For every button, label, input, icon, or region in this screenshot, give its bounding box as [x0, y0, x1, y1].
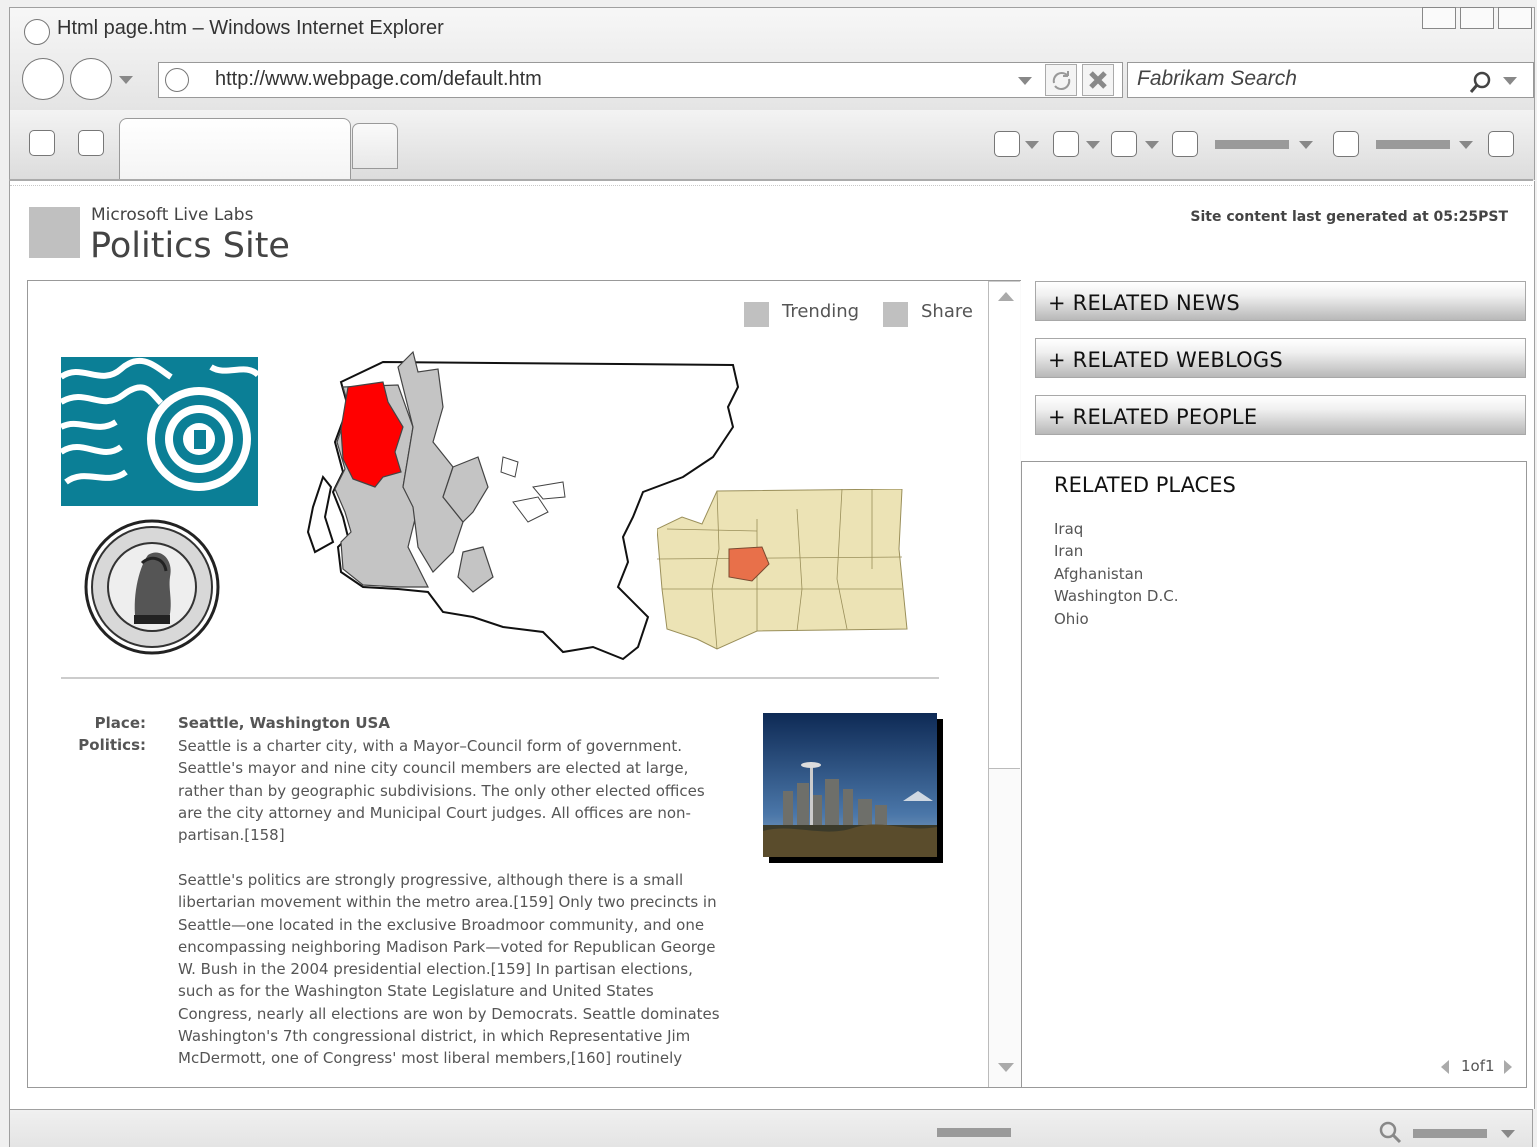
- new-tab-button[interactable]: [352, 123, 398, 169]
- related-place-item[interactable]: Iraq: [1054, 518, 1083, 540]
- zoom-dropdown-icon[interactable]: [1501, 1130, 1515, 1138]
- seattle-skyline-photo: [763, 713, 937, 857]
- search-dropdown-icon[interactable]: [1503, 77, 1517, 85]
- tools-button[interactable]: [1333, 131, 1359, 157]
- home-dropdown-icon[interactable]: [1025, 141, 1039, 149]
- place-value: Seattle, Washington USA: [178, 714, 390, 732]
- related-weblogs-panel[interactable]: + RELATED WEBLOGS: [1035, 338, 1526, 378]
- related-place-item[interactable]: Iran: [1054, 540, 1083, 562]
- page-button[interactable]: [1172, 131, 1198, 157]
- pager-prev-icon[interactable]: [1441, 1060, 1449, 1074]
- page-title: Politics Site: [90, 226, 290, 266]
- add-favorites-button[interactable]: [78, 130, 104, 156]
- site-logo: [29, 207, 80, 258]
- stop-icon: [1089, 71, 1107, 89]
- maximize-button[interactable]: [1460, 7, 1494, 29]
- page-dropdown-icon[interactable]: [1299, 141, 1313, 149]
- address-dropdown-icon[interactable]: [1018, 77, 1032, 85]
- related-weblogs-label[interactable]: + RELATED WEBLOGS: [1048, 348, 1283, 372]
- city-flag-image: [61, 357, 258, 506]
- state-map: [657, 489, 908, 650]
- favorites-button[interactable]: [29, 130, 55, 156]
- related-news-label[interactable]: + RELATED NEWS: [1048, 291, 1240, 315]
- politics-paragraph-1: Seattle is a charter city, with a Mayor–…: [178, 737, 705, 845]
- related-place-item[interactable]: Afghanistan: [1054, 563, 1143, 585]
- address-text[interactable]: http://www.webpage.com/default.htm: [215, 68, 542, 91]
- politics-paragraph-2: Seattle's politics are strongly progress…: [178, 871, 720, 1068]
- related-people-label[interactable]: + RELATED PEOPLE: [1048, 405, 1257, 429]
- stop-button[interactable]: [1082, 64, 1114, 96]
- print-dropdown-icon[interactable]: [1145, 141, 1159, 149]
- minimize-button[interactable]: [1422, 7, 1456, 29]
- home-button[interactable]: [994, 131, 1020, 157]
- window-title: Html page.htm – Windows Internet Explore…: [57, 17, 444, 39]
- active-tab[interactable]: [119, 118, 351, 180]
- related-places-panel: [1021, 461, 1527, 1088]
- back-button[interactable]: [22, 58, 64, 100]
- related-news-panel[interactable]: + RELATED NEWS: [1035, 281, 1526, 321]
- page-menu-label[interactable]: [1215, 140, 1289, 149]
- pager-next-icon[interactable]: [1504, 1060, 1512, 1074]
- share-link[interactable]: Share: [921, 301, 973, 322]
- related-place-item[interactable]: Ohio: [1054, 608, 1089, 630]
- trending-link[interactable]: Trending: [782, 301, 859, 322]
- print-button[interactable]: [1111, 131, 1137, 157]
- page-icon: [165, 68, 189, 92]
- zoom-icon[interactable]: [1378, 1120, 1404, 1144]
- related-places-heading: RELATED PLACES: [1054, 473, 1236, 497]
- content-divider: [61, 677, 939, 679]
- scrollbar-thumb[interactable]: [989, 281, 1020, 769]
- generated-timestamp: Site content last generated at 05:25PST: [1190, 209, 1508, 225]
- forward-button[interactable]: [70, 58, 112, 100]
- pager-label: 1of1: [1461, 1057, 1495, 1075]
- tools-dropdown-icon[interactable]: [1459, 141, 1473, 149]
- search-icon[interactable]: [1468, 70, 1494, 96]
- dotted-separator: [10, 185, 1532, 186]
- politics-label: Politics:: [78, 736, 146, 754]
- status-bar: [9, 1109, 1533, 1147]
- place-label: Place:: [94, 714, 146, 732]
- status-zone-label: [937, 1128, 1011, 1137]
- tools-menu-label[interactable]: [1376, 140, 1450, 149]
- help-button[interactable]: [1488, 131, 1514, 157]
- feeds-dropdown-icon[interactable]: [1086, 141, 1100, 149]
- refresh-icon: [1052, 71, 1071, 90]
- feeds-button[interactable]: [1053, 131, 1079, 157]
- refresh-button[interactable]: [1045, 64, 1077, 96]
- close-window-button[interactable]: [1498, 7, 1532, 29]
- ie-logo-icon: [24, 19, 50, 45]
- org-name: Microsoft Live Labs: [91, 205, 254, 225]
- scroll-down-icon[interactable]: [998, 1063, 1014, 1072]
- trending-icon[interactable]: [744, 302, 769, 327]
- zoom-level-label[interactable]: [1413, 1129, 1487, 1138]
- share-icon[interactable]: [883, 302, 908, 327]
- scroll-up-icon[interactable]: [998, 292, 1014, 301]
- search-placeholder[interactable]: Fabrikam Search: [1137, 67, 1297, 91]
- related-people-panel[interactable]: + RELATED PEOPLE: [1035, 395, 1526, 435]
- related-place-item[interactable]: Washington D.C.: [1054, 585, 1178, 607]
- city-seal-image: [84, 519, 220, 655]
- history-dropdown-icon[interactable]: [119, 76, 133, 84]
